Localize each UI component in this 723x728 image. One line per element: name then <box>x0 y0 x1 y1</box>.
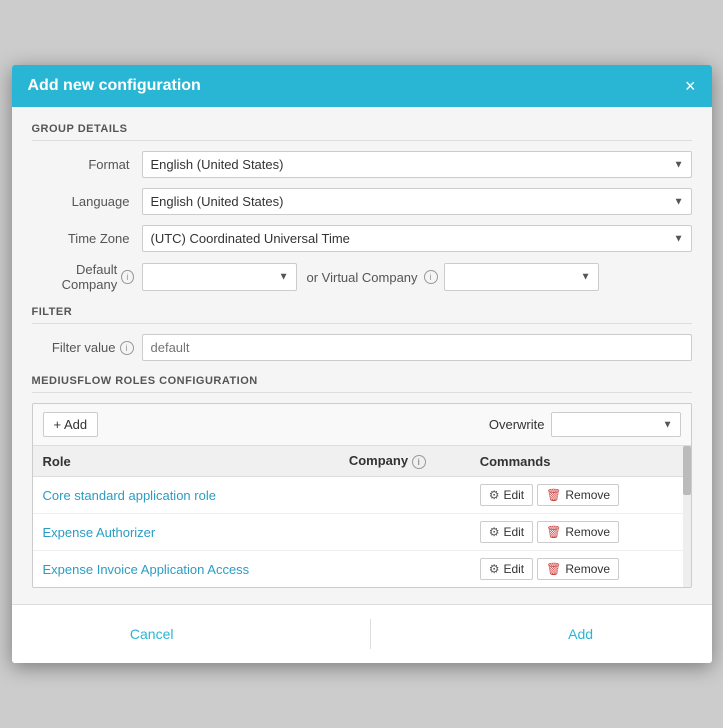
modal-header: Add new configuration × <box>12 65 712 107</box>
company-col-info-icon: i <box>412 455 426 469</box>
roles-table-container: + Add Overwrite <box>32 403 692 588</box>
gear-icon: ⚙ <box>489 488 500 502</box>
virtual-company-info-icon: i <box>424 270 438 284</box>
commands-cell: ⚙ Edit🗑 Remove <box>470 551 691 588</box>
commands-cell: ⚙ Edit🗑 Remove <box>470 514 691 551</box>
group-details-section-title: GROUP DETAILS <box>32 123 692 141</box>
remove-button[interactable]: 🗑 Remove <box>537 484 619 506</box>
format-select-wrapper[interactable]: English (United States) <box>142 151 692 178</box>
roles-table-scroll: Role Company i Commands Core standard ap… <box>33 446 691 587</box>
language-select-wrapper[interactable]: English (United States) <box>142 188 692 215</box>
trash-icon: 🗑 <box>546 488 561 502</box>
commands-cell: ⚙ Edit🗑 Remove <box>470 477 691 514</box>
timezone-group: Time Zone (UTC) Coordinated Universal Ti… <box>32 225 692 252</box>
edit-button[interactable]: ⚙ Edit <box>480 484 533 506</box>
roles-toolbar: + Add Overwrite <box>33 404 691 446</box>
format-select[interactable]: English (United States) <box>142 151 692 178</box>
col-company: Company i <box>339 446 470 477</box>
edit-button[interactable]: ⚙ Edit <box>480 558 533 580</box>
table-row: Core standard application role ⚙ Edit🗑 Re… <box>33 477 691 514</box>
scrollbar[interactable] <box>683 446 691 587</box>
edit-button[interactable]: ⚙ Edit <box>480 521 533 543</box>
overwrite-select-wrapper[interactable] <box>551 412 681 437</box>
timezone-label: Time Zone <box>32 231 142 246</box>
table-row: Expense Authorizer ⚙ Edit🗑 Remove <box>33 514 691 551</box>
filter-value-row: Filter value i <box>32 334 692 361</box>
role-cell: Expense Authorizer <box>33 514 339 551</box>
filter-value-input[interactable] <box>142 334 692 361</box>
timezone-select[interactable]: (UTC) Coordinated Universal Time <box>142 225 692 252</box>
role-cell: Core standard application role <box>33 477 339 514</box>
filter-value-info-icon: i <box>120 341 134 355</box>
default-company-info-icon: i <box>121 270 133 284</box>
col-commands: Commands <box>470 446 691 477</box>
add-role-button[interactable]: + Add <box>43 412 99 437</box>
trash-icon: 🗑 <box>546 562 561 576</box>
language-select[interactable]: English (United States) <box>142 188 692 215</box>
timezone-select-wrapper[interactable]: (UTC) Coordinated Universal Time <box>142 225 692 252</box>
scrollbar-thumb <box>683 446 691 495</box>
remove-button[interactable]: 🗑 Remove <box>537 521 619 543</box>
language-group: Language English (United States) <box>32 188 692 215</box>
filter-section-title: FILTER <box>32 306 692 324</box>
overwrite-row: Overwrite <box>489 412 681 437</box>
company-cell <box>339 551 470 588</box>
modal-footer: Cancel Add <box>12 604 712 663</box>
modal-title: Add new configuration <box>28 77 201 95</box>
roles-table: Role Company i Commands Core standard ap… <box>33 446 691 587</box>
roles-table-header-row: Role Company i Commands <box>33 446 691 477</box>
close-button[interactable]: × <box>685 77 696 95</box>
roles-section-title: MEDIUSFLOW ROLES CONFIGURATION <box>32 375 692 393</box>
gear-icon: ⚙ <box>489 525 500 539</box>
default-company-label: Default Company i <box>32 262 142 292</box>
language-label: Language <box>32 194 142 209</box>
trash-icon: 🗑 <box>546 525 561 539</box>
col-role: Role <box>33 446 339 477</box>
or-virtual-group: or Virtual Company i <box>307 263 599 291</box>
roles-section: MEDIUSFLOW ROLES CONFIGURATION + Add Ove… <box>32 375 692 588</box>
format-label: Format <box>32 157 142 172</box>
modal-body: GROUP DETAILS Format English (United Sta… <box>12 107 712 604</box>
format-group: Format English (United States) <box>32 151 692 178</box>
company-cell <box>339 477 470 514</box>
default-company-select-wrapper[interactable] <box>142 263 297 291</box>
filter-value-label: Filter value i <box>32 340 142 355</box>
virtual-company-select[interactable] <box>444 263 599 291</box>
remove-button[interactable]: 🗑 Remove <box>537 558 619 580</box>
footer-divider <box>370 619 371 649</box>
role-cell: Expense Invoice Application Access <box>33 551 339 588</box>
company-cell <box>339 514 470 551</box>
overwrite-select[interactable] <box>551 412 681 437</box>
virtual-company-select-wrapper[interactable] <box>444 263 599 291</box>
cancel-button[interactable]: Cancel <box>90 620 214 648</box>
overwrite-label: Overwrite <box>489 417 545 432</box>
default-company-select[interactable] <box>142 263 297 291</box>
add-button[interactable]: Add <box>528 620 633 648</box>
modal-container: Add new configuration × GROUP DETAILS Fo… <box>12 65 712 663</box>
company-row: Default Company i or Virtual Company i <box>32 262 692 292</box>
gear-icon: ⚙ <box>489 562 500 576</box>
filter-section: FILTER Filter value i <box>32 306 692 361</box>
table-row: Expense Invoice Application Access ⚙ Edit… <box>33 551 691 588</box>
